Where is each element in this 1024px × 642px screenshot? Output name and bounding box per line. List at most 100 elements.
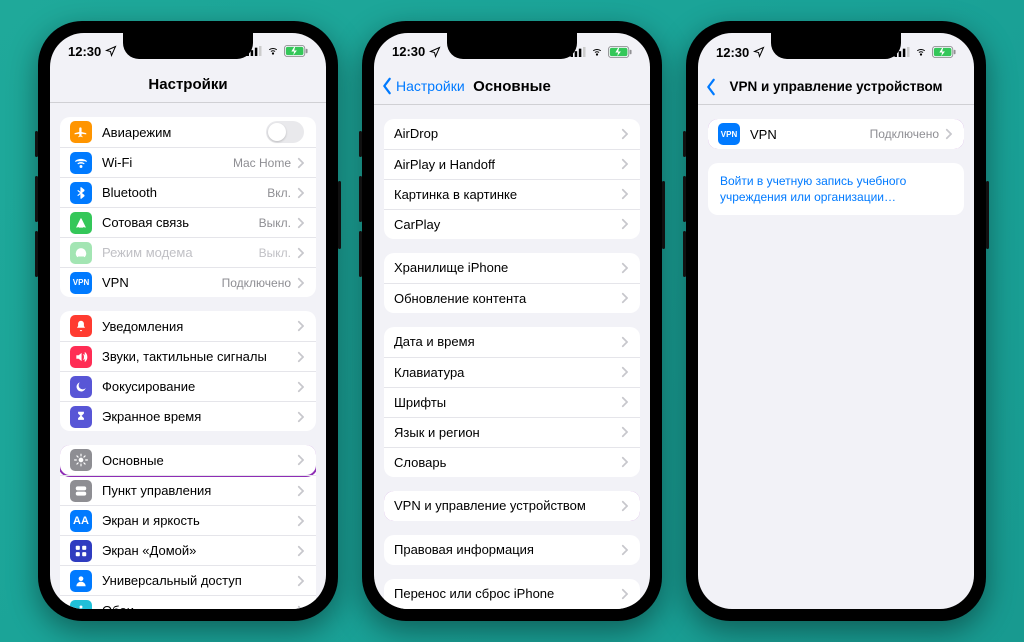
row-bluetooth[interactable]: BluetoothВкл. [60,177,316,207]
toggle[interactable] [266,121,304,143]
row-carplay[interactable]: CarPlay [384,209,640,239]
chevron-right-icon [297,515,304,527]
signal-icon [570,47,586,57]
row-keyboard[interactable]: Клавиатура [384,357,640,387]
chevron-right-icon [621,396,628,408]
row-notifications[interactable]: Уведомления [60,311,316,341]
row-value: Подключено [222,276,291,290]
page-title: Основные [473,78,551,95]
row-control-center[interactable]: Пункт управления [60,475,316,505]
back-button[interactable] [704,78,718,96]
chevron-right-icon [621,262,628,274]
chevron-right-icon [945,128,952,140]
general-group-4: Правовая информация [384,535,640,565]
row-pip[interactable]: Картинка в картинке [384,179,640,209]
row-label: Шрифты [394,395,621,410]
row-accessibility[interactable]: Универсальный доступ [60,565,316,595]
status-time: 12:30 [716,45,749,60]
wifi-icon [70,152,92,174]
row-datetime[interactable]: Дата и время [384,327,640,357]
settings-group-0: АвиарежимWi-FiMac HomeBluetoothВкл.Сотов… [60,117,316,297]
row-label: Уведомления [102,319,297,334]
vpn-icon: VPN [718,123,740,145]
row-airplane[interactable]: Авиарежим [60,117,316,147]
row-label: Картинка в картинке [394,187,621,202]
chevron-right-icon [621,500,628,512]
row-label: Словарь [394,455,621,470]
row-label: Экран «Домой» [102,543,297,558]
general-group-3: VPN и управление устройством [384,491,640,521]
status-time: 12:30 [392,44,425,59]
navbar: Настройки [50,67,326,103]
row-label: Обои [102,603,297,609]
wifi-icon [914,47,928,57]
row-label: Звуки, тактильные сигналы [102,349,297,364]
row-screentime[interactable]: Экранное время [60,401,316,431]
row-dictionary[interactable]: Словарь [384,447,640,477]
row-legal[interactable]: Правовая информация [384,535,640,565]
row-focus[interactable]: Фокусирование [60,371,316,401]
bell-icon [70,315,92,337]
row-vpn[interactable]: VPNVPNПодключено [60,267,316,297]
chevron-right-icon [621,188,628,200]
navbar: VPN и управление устройством [698,69,974,105]
row-value: Выкл. [259,216,291,230]
general-group-2: Дата и время Клавиатура Шрифты Язык и регио… [384,327,640,477]
wifi-icon [590,47,604,57]
chevron-right-icon [297,247,304,259]
row-storage[interactable]: Хранилище iPhone [384,253,640,283]
chevron-right-icon [297,411,304,423]
chevron-right-icon [297,187,304,199]
hotspot-icon [70,242,92,264]
airplane-icon [70,121,92,143]
row-language-region[interactable]: Язык и регион [384,417,640,447]
row-reset[interactable]: Перенос или сброс iPhone [384,579,640,609]
row-wifi[interactable]: Wi-FiMac Home [60,147,316,177]
flower-icon [70,600,92,609]
row-label: Режим модема [102,245,259,260]
row-background-refresh[interactable]: Обновление контента [384,283,640,313]
chevron-left-icon [380,77,394,95]
chevron-right-icon [297,575,304,587]
chevron-right-icon [621,426,628,438]
chevron-right-icon [621,544,628,556]
row-label: Универсальный доступ [102,573,297,588]
row-value: Mac Home [233,156,291,170]
signin-group: Войти в учетную запись учебного учрежден… [708,163,964,215]
back-button[interactable]: Настройки [380,77,465,95]
navbar: Настройки Основные [374,69,650,105]
grid-icon [70,540,92,562]
wifi-icon [266,46,280,56]
chevron-right-icon [621,588,628,600]
row-label: VPN [750,127,870,142]
status-time: 12:30 [68,44,101,59]
general-list[interactable]: AirDrop AirPlay и Handoff Картинка в карти… [374,105,650,610]
back-label: Настройки [396,78,465,94]
row-airplay[interactable]: AirPlay и Handoff [384,149,640,179]
row-label: Экран и яркость [102,513,297,528]
chevron-right-icon [297,217,304,229]
chevron-right-icon [297,605,304,609]
row-wallpaper[interactable]: Обои [60,595,316,609]
row-general[interactable]: Основные [60,445,316,475]
settings-list[interactable]: АвиарежимWi-FiMac HomeBluetoothВкл.Сотов… [50,103,326,609]
row-home[interactable]: Экран «Домой» [60,535,316,565]
row-label: Клавиатура [394,365,621,380]
row-cellular[interactable]: Сотовая связьВыкл. [60,207,316,237]
row-fonts[interactable]: Шрифты [384,387,640,417]
row-sounds[interactable]: Звуки, тактильные сигналы [60,341,316,371]
row-vpn-device[interactable]: VPN и управление устройством [384,491,640,521]
row-label: Дата и время [394,334,621,349]
signin-link[interactable]: Войти в учетную запись учебного учрежден… [708,163,964,215]
row-label: Bluetooth [102,185,267,200]
vpn-list[interactable]: VPN VPN Подключено Войти в учетную запис… [698,105,974,609]
page-title: Настройки [148,76,227,93]
row-label: Основные [102,453,297,468]
general-group-1: Хранилище iPhoneОбновление контента [384,253,640,313]
row-label: AirPlay и Handoff [394,157,621,172]
row-vpn[interactable]: VPN VPN Подключено [708,119,964,149]
row-hotspot[interactable]: Режим модемаВыкл. [60,237,316,267]
row-label: AirDrop [394,126,621,141]
row-airdrop[interactable]: AirDrop [384,119,640,149]
row-display[interactable]: AAЭкран и яркость [60,505,316,535]
